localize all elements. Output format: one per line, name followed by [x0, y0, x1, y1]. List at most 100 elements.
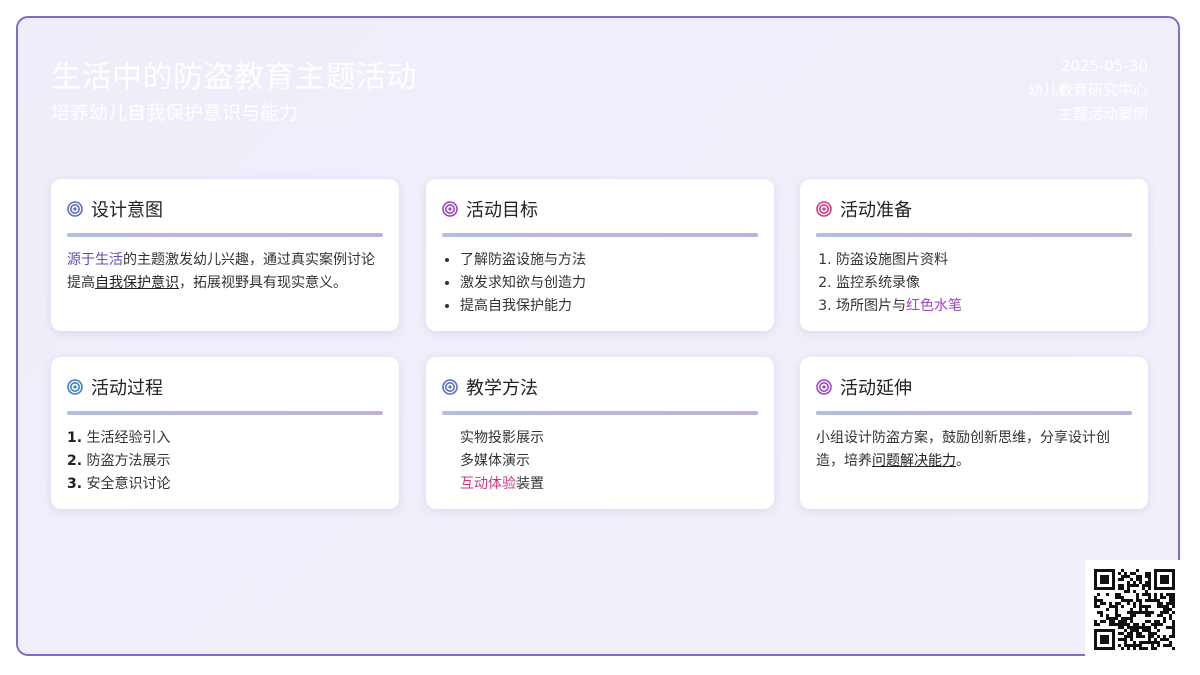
qr-module [1112, 617, 1115, 620]
qr-module [1127, 647, 1130, 650]
qr-module [1106, 575, 1109, 578]
qr-module [1169, 599, 1172, 602]
qr-module [1133, 629, 1136, 632]
qr-module [1127, 623, 1130, 626]
qr-module [1136, 629, 1139, 632]
step-text: 安全意识讨论 [86, 476, 171, 492]
qr-module [1163, 581, 1166, 584]
qr-module [1172, 605, 1175, 608]
qr-module [1112, 575, 1115, 578]
qr-module [1094, 599, 1097, 602]
qr-module [1103, 587, 1106, 590]
target-icon [67, 201, 83, 217]
qr-module [1145, 572, 1148, 575]
qr-module [1133, 641, 1136, 644]
qr-module [1127, 626, 1130, 629]
step-number: 3. [67, 476, 83, 492]
target-icon [442, 379, 458, 395]
qr-module [1136, 584, 1139, 587]
qr-module [1127, 587, 1130, 590]
qr-module [1145, 647, 1148, 650]
qr-module [1163, 569, 1166, 572]
qr-module [1127, 581, 1130, 584]
qr-module [1094, 647, 1097, 650]
qr-module [1139, 632, 1142, 635]
card-design: 设计意图 源于生活的主题激发幼儿兴趣，通过真实案例讨论 提高自我保护意识，拓展视… [51, 179, 399, 331]
qr-module [1169, 614, 1172, 617]
qr-module [1142, 647, 1145, 650]
qr-module [1100, 620, 1103, 623]
card-text: 源于生活的主题激发幼儿兴趣，通过真实案例讨论 提高自我保护意识，拓展视野具有现实… [67, 249, 383, 295]
category-label: 主题活动案例 [1057, 105, 1148, 123]
qr-module [1127, 584, 1130, 587]
qr-module [1124, 635, 1127, 638]
qr-module [1145, 611, 1148, 614]
qr-module [1130, 608, 1133, 611]
qr-module [1094, 635, 1097, 638]
qr-module [1154, 593, 1157, 596]
qr-module [1166, 593, 1169, 596]
qr-module [1139, 602, 1142, 605]
qr-module [1130, 620, 1133, 623]
qr-module [1166, 644, 1169, 647]
qr-module [1097, 647, 1100, 650]
qr-code[interactable] [1085, 560, 1185, 660]
qr-module [1172, 596, 1175, 599]
qr-module [1145, 626, 1148, 629]
qr-module [1112, 620, 1115, 623]
qr-module [1166, 587, 1169, 590]
qr-module [1151, 611, 1154, 614]
qr-module [1094, 569, 1097, 572]
card-extension: 活动延伸 小组设计防盗方案，鼓励创新思维，分享设计创造，培养问题解决能力。 [800, 357, 1148, 509]
qr-module [1169, 635, 1172, 638]
qr-module [1160, 587, 1163, 590]
qr-module [1103, 575, 1106, 578]
qr-module [1109, 605, 1112, 608]
qr-module [1172, 626, 1175, 629]
list-item: 了解防盗设施与方法 [460, 249, 758, 272]
qr-module [1133, 581, 1136, 584]
qr-module [1133, 605, 1136, 608]
qr-module [1148, 632, 1151, 635]
qr-module [1124, 644, 1127, 647]
qr-module [1124, 641, 1127, 644]
qr-module [1151, 632, 1154, 635]
qr-module [1148, 620, 1151, 623]
qr-module [1115, 617, 1118, 620]
qr-module [1139, 575, 1142, 578]
qr-module [1148, 572, 1151, 575]
qr-module [1118, 614, 1121, 617]
qr-module [1166, 605, 1169, 608]
qr-module [1169, 569, 1172, 572]
qr-module [1112, 635, 1115, 638]
qr-module [1100, 569, 1103, 572]
card-process: 活动过程 1. 生活经验引入 2. 防盗方法展示 3. 安全意识讨论 [51, 357, 399, 509]
qr-module [1121, 626, 1124, 629]
qr-module [1094, 587, 1097, 590]
qr-module [1115, 614, 1118, 617]
qr-module [1115, 605, 1118, 608]
qr-module [1097, 599, 1100, 602]
qr-module [1124, 629, 1127, 632]
qr-module [1121, 569, 1124, 572]
qr-module [1154, 623, 1157, 626]
qr-module [1097, 629, 1100, 632]
qr-module [1094, 596, 1097, 599]
qr-module [1130, 638, 1133, 641]
qr-module [1127, 635, 1130, 638]
qr-module [1172, 578, 1175, 581]
qr-module [1109, 587, 1112, 590]
qr-module [1127, 611, 1130, 614]
step-number: 1. [67, 430, 83, 446]
qr-module [1130, 584, 1133, 587]
qr-module [1151, 635, 1154, 638]
qr-module [1109, 647, 1112, 650]
qr-module [1157, 599, 1160, 602]
qr-module [1118, 626, 1121, 629]
qr-module [1109, 629, 1112, 632]
qr-module [1112, 569, 1115, 572]
qr-module [1154, 632, 1157, 635]
qr-module [1136, 578, 1139, 581]
qr-module [1172, 581, 1175, 584]
qr-module [1139, 581, 1142, 584]
